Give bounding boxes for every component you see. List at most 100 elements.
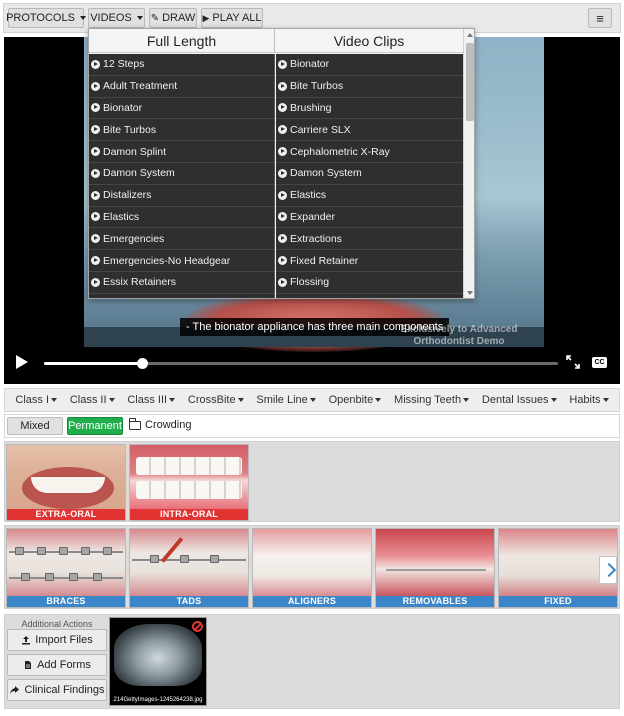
import-files-button[interactable]: Import Files [7,629,107,651]
crossbite-dropdown[interactable]: CrossBite [188,394,244,406]
dentition-filter-row: Mixed Permanent Crowding [4,414,620,438]
next-arrow-button[interactable] [599,556,617,584]
full-length-item[interactable]: Bite Turbos [89,119,274,142]
video-clip-item[interactable]: Brushing [276,98,463,120]
class-label: Class II [69,394,107,406]
item-label: Distalizers [103,189,152,202]
full-length-item[interactable]: Adult Treatment [89,76,274,98]
clinical-findings-label: Clinical Findings [24,684,105,696]
play-circle-icon [91,125,100,135]
video-clip-item[interactable]: Carriere SLX [276,119,463,142]
seek-handle[interactable] [136,358,148,369]
video-clip-item[interactable]: Expander [276,207,463,229]
smile-image [7,445,125,509]
permanent-button[interactable]: Permanent [67,417,123,435]
play-icon[interactable] [16,355,28,369]
item-label: Carriere SLX [290,123,351,136]
full-length-item[interactable]: Damon System [89,163,274,185]
play-circle-icon [91,168,100,178]
hamburger-icon: ≡ [596,10,604,26]
play-all-button[interactable]: ▶ PLAY ALL [201,8,263,28]
braces-label: BRACES [7,596,125,607]
caret-down-icon [51,398,58,402]
class-label: Class III [127,394,168,406]
full-length-item[interactable]: Emergencies-No Headgear [89,250,274,272]
treatment-thumbnail-panel: BRACES TADS ALIGNERS REMOVABLES FIXED [4,525,620,609]
play-circle-icon [91,147,100,157]
class-label: Missing Teeth [394,394,462,406]
pencil-icon: ✎ [150,12,160,24]
videos-dropdown: Full Length Video Clips 12 Steps Adult T… [88,28,475,299]
dental-issues-dropdown[interactable]: Dental Issues [482,394,557,406]
video-clip-item[interactable]: Fixed Retainer [276,250,463,272]
full-length-list: 12 Steps Adult Treatment Bionator Bite T… [89,54,275,298]
item-label: Fixed Retainer [290,254,359,267]
video-clip-item[interactable]: Extractions [276,228,463,251]
protocols-button[interactable]: PROTOCOLS [6,8,86,28]
extra-oral-thumb[interactable]: EXTRA-ORAL [6,444,126,521]
add-forms-button[interactable]: Add Forms [7,654,107,676]
removables-thumb[interactable]: REMOVABLES [375,528,495,608]
aligners-thumb[interactable]: ALIGNERS [252,528,372,608]
class-iii-dropdown[interactable]: Class III [127,394,176,406]
habits-dropdown[interactable]: Habits [569,394,609,406]
seek-bar[interactable] [44,358,558,369]
aligners-label: ALIGNERS [253,596,371,607]
class-label: Openbite [328,394,374,406]
scroll-down-icon[interactable] [467,291,473,295]
clinical-findings-button[interactable]: Clinical Findings [7,679,107,701]
full-length-item[interactable]: Emergencies [89,228,274,251]
video-watermark: Exclusively to Advanced Orthodontist Dem… [400,324,518,347]
openbite-dropdown[interactable]: Openbite [329,394,382,406]
fullscreen-icon[interactable] [566,355,580,369]
dropdown-scrollbar[interactable] [463,29,474,298]
play-circle-icon [91,212,100,222]
class-label: Habits [569,394,601,406]
full-length-item[interactable]: Bionator [89,98,274,120]
class-ii-dropdown[interactable]: Class II [70,394,115,406]
aligners-image [253,529,371,596]
full-length-item[interactable]: Damon Splint [89,141,274,163]
fixed-label: FIXED [499,596,617,607]
video-clip-item[interactable]: Flossing [276,272,463,294]
caret-down-icon [375,398,382,402]
video-clip-item[interactable]: Cephalometric X-Ray [276,141,463,163]
smile-line-dropdown[interactable]: Smile Line [256,394,316,406]
play-circle-icon [91,256,100,266]
full-length-item[interactable]: Essix Retainers [89,272,274,294]
video-clip-item[interactable]: Bionator [276,54,463,76]
full-length-item[interactable]: Distalizers [89,185,274,207]
scrollbar-thumb[interactable] [466,43,474,121]
class-i-dropdown[interactable]: Class I [15,394,58,406]
wire-graphic [386,569,486,571]
play-circle-icon [278,125,287,135]
caret-down-icon [309,398,316,402]
delete-icon[interactable] [192,621,203,632]
bracket-graphic [180,555,189,563]
scroll-up-icon[interactable] [467,33,473,37]
tads-thumb[interactable]: TADS [129,528,249,608]
play-icon: ▶ [202,12,210,23]
play-circle-icon [278,147,287,157]
video-clip-item[interactable]: Damon System [276,163,463,185]
xray-file-thumb[interactable]: 214GettyImages-1245264238.jpg [109,617,207,706]
full-length-item[interactable]: 12 Steps [89,54,274,76]
videos-button[interactable]: VIDEOS [88,8,145,28]
full-length-item[interactable]: Elastics [89,207,274,229]
missing-teeth-dropdown[interactable]: Missing Teeth [394,394,470,406]
item-label: Adult Treatment [103,80,178,93]
full-length-header: Full Length [89,29,275,53]
braces-thumb[interactable]: BRACES [6,528,126,608]
play-circle-icon [278,190,287,200]
video-clip-item[interactable]: Bite Turbos [276,76,463,98]
braces-image [7,529,125,596]
draw-button[interactable]: ✎ DRAW [149,8,197,28]
caret-down-icon [108,398,115,402]
intra-oral-thumb[interactable]: INTRA-ORAL [129,444,249,521]
crowding-folder[interactable]: Crowding [129,417,191,431]
mixed-button[interactable]: Mixed [7,417,63,435]
item-label: Damon System [290,167,362,180]
hamburger-menu-button[interactable]: ≡ [588,8,612,28]
video-clip-item[interactable]: Elastics [276,185,463,207]
closed-captions-icon[interactable]: CC [592,357,607,368]
